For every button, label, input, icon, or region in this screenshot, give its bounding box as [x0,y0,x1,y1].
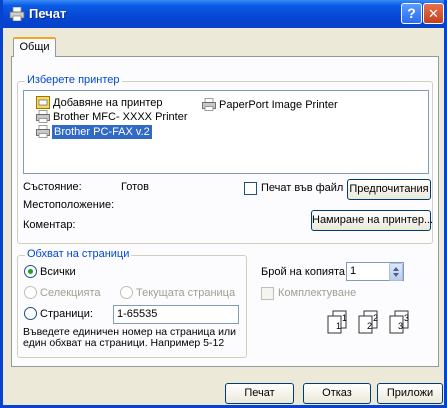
collate-page-number: 1 [342,313,347,323]
copies-spinner[interactable] [389,263,403,281]
printer-icon [9,7,25,21]
print-to-file-label: Печат във файл [261,182,344,194]
apply-button-label: Приложи [386,387,434,399]
print-button[interactable]: Печат [225,383,294,404]
print-to-file-checkbox[interactable] [244,182,257,195]
tab-general[interactable]: Общи [13,37,56,57]
printer-icon [202,98,216,111]
find-printer-button-label: Намиране на принтер... [312,214,434,226]
title-bar: Печат ? ✕ [3,0,444,28]
printer-label: Brother MFC- XXXX Printer [53,111,188,123]
current-page-radio[interactable] [120,286,133,299]
window-title: Печат [29,6,67,21]
printer-list[interactable]: Добавяне на принтер Brother MFC- XXXX Pr… [23,90,429,174]
help-button[interactable]: ? [401,3,422,24]
apply-button[interactable]: Приложи [377,383,443,404]
printer-label: PaperPort Image Printer [219,99,338,111]
collate-page-number: 3 [404,313,409,323]
collate-checkbox[interactable] [261,287,274,300]
collate-page-number: 2 [367,321,372,331]
copies-label: Брой на копията: [261,266,349,278]
cancel-button-label: Отказ [322,387,352,399]
page-range-legend: Обхват на страници [25,248,132,260]
pages-input[interactable]: 1-65535 [113,305,239,324]
find-printer-button[interactable]: Намиране на принтер... [311,210,434,231]
page-range-hint: Въведете единичен номер на страница или … [23,326,237,349]
cancel-button[interactable]: Отказ [303,383,371,404]
printer-icon [36,110,50,123]
collate-page-number: 1 [336,321,341,331]
all-pages-label: Всички [40,266,76,278]
all-pages-radio[interactable] [24,265,37,278]
print-dialog: Печат ? ✕ Общи Изберете принтер Добавяне… [0,0,447,408]
pages-radio[interactable] [24,307,37,320]
collate-label: Комплектуване [278,287,357,299]
status-label: Състояние: [23,181,82,193]
printer-icon [36,125,50,138]
collate-page-number: 3 [398,321,403,331]
print-button-label: Печат [244,387,275,399]
current-page-label: Текущата страница [136,287,236,299]
close-button[interactable]: ✕ [423,3,444,24]
preferences-button[interactable]: Предпочитания [347,179,431,200]
selection-label: Селекцията [40,287,101,299]
printer-group-legend: Изберете принтер [25,74,122,86]
collate-illustration-icon: 1 1 2 2 3 3 [327,310,409,334]
radio-selected-dot [28,269,33,274]
location-label: Местоположение: [23,199,115,211]
collate-page-number: 2 [373,313,378,323]
selection-radio[interactable] [24,286,37,299]
pages-label: Страници: [40,308,93,320]
printer-label: Добавяне на принтер [53,97,163,109]
status-value: Готов [121,181,149,193]
add-printer-icon [36,96,50,109]
comment-label: Коментар: [23,219,76,231]
printer-label: Brother PC-FAX v.2 [52,125,152,139]
spinner-arrows-icon [393,267,399,277]
preferences-button-label: Предпочитания [349,183,429,195]
